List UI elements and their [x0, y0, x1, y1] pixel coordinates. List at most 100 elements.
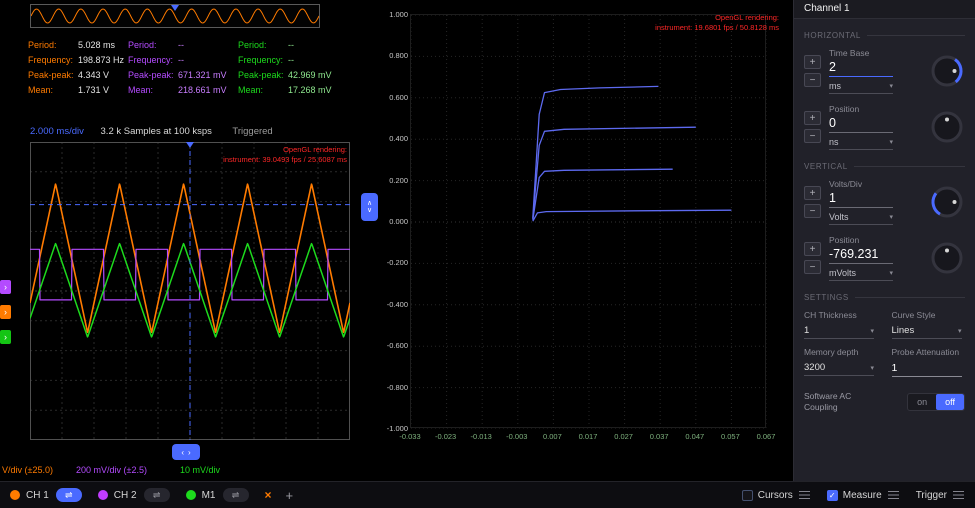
- horizontal-pan-handle[interactable]: ‹ ›: [172, 444, 200, 460]
- v-position-value[interactable]: -769.231: [829, 247, 893, 264]
- measurement-value: 17.268 mV: [288, 85, 332, 95]
- chevron-down-icon: ∨: [367, 207, 372, 214]
- chevron-down-icon: ▾: [870, 364, 874, 372]
- trigger-position-marker[interactable]: [171, 5, 179, 11]
- measure-checkbox[interactable]: ✓: [827, 490, 838, 501]
- xy-plot[interactable]: [410, 14, 766, 428]
- timebase-readout: 2.000 ms/div: [30, 126, 84, 137]
- measurement-row: Period: --: [238, 40, 354, 50]
- h-position-unit-select[interactable]: ns ▾: [829, 137, 893, 150]
- measurement-row: Mean: 1.731 V: [28, 85, 126, 95]
- ac-coupling-on-option[interactable]: on: [908, 394, 936, 410]
- v-position-unit-value: mVolts: [829, 268, 856, 278]
- h-position-knob[interactable]: [929, 109, 965, 145]
- cursors-menu-icon[interactable]: [799, 490, 811, 501]
- ac-coupling-toggle: on off: [907, 393, 965, 411]
- cursors-checkbox[interactable]: [742, 490, 753, 501]
- voltsdiv-value[interactable]: 1: [829, 191, 893, 208]
- chevron-right-icon: ›: [4, 332, 7, 342]
- voltsdiv-knob[interactable]: [929, 184, 965, 220]
- measurement-row: Peak-peak: 4.343 V: [28, 70, 126, 80]
- section-settings: SETTINGS: [804, 293, 965, 302]
- probe-attenuation-input[interactable]: 1: [892, 362, 962, 377]
- trigger-menu-icon[interactable]: [953, 490, 965, 501]
- trigger-label[interactable]: Trigger: [916, 490, 947, 501]
- measurement-label: Period:: [28, 40, 78, 50]
- curve-style-select[interactable]: Lines ▾: [892, 325, 962, 339]
- ch2-level-marker[interactable]: ›: [0, 280, 11, 294]
- xy-curves: [411, 15, 767, 429]
- ch1-color-dot: [10, 490, 20, 500]
- measurement-label: Frequency:: [238, 55, 288, 65]
- voltsdiv-increment-button[interactable]: +: [804, 186, 821, 200]
- cursors-label[interactable]: Cursors: [758, 490, 793, 501]
- ac-coupling-off-option[interactable]: off: [936, 394, 964, 410]
- chevron-down-icon: ▾: [889, 269, 893, 277]
- acquisition-preview[interactable]: [30, 4, 320, 28]
- chevron-right-icon: ›: [188, 448, 191, 457]
- xy-view: OpenGL rendering: instrument: 19.6801 fp…: [382, 0, 782, 478]
- measurement-row: Period: 5.028 ms: [28, 40, 126, 50]
- h-position-increment-button[interactable]: +: [804, 111, 821, 125]
- ch1-level-marker[interactable]: ›: [0, 305, 11, 319]
- h-position-value[interactable]: 0: [829, 116, 893, 133]
- v-position-unit-select[interactable]: mVolts ▾: [829, 268, 893, 281]
- measurement-label: Period:: [128, 40, 178, 50]
- samples-readout: 3.2 k Samples at 100 ksps: [101, 126, 212, 137]
- add-channel-button[interactable]: +: [286, 488, 294, 503]
- chevron-down-icon: ▾: [870, 327, 874, 335]
- xy-y-tick-label: -0.600: [382, 341, 408, 350]
- math-measurements: Period: -- Frequency: -- Peak-peak: 42.9…: [238, 40, 354, 100]
- timebase-knob[interactable]: [929, 53, 965, 89]
- memory-depth-select[interactable]: 3200 ▾: [804, 362, 874, 376]
- timebase-value[interactable]: 2: [829, 60, 893, 77]
- remove-channel-button[interactable]: ×: [265, 488, 272, 502]
- ch2-tab[interactable]: CH 2: [114, 490, 137, 501]
- ac-coupling-row: Software AC Coupling on off: [804, 391, 965, 414]
- ch-thickness-select[interactable]: 1 ▾: [804, 325, 874, 339]
- h-position-decrement-button[interactable]: −: [804, 129, 821, 143]
- ch-thickness-value: 1: [804, 325, 809, 336]
- timebase-increment-button[interactable]: +: [804, 55, 821, 69]
- timebase-unit-select[interactable]: ms ▾: [829, 81, 893, 94]
- v-position-label: Position: [829, 235, 893, 245]
- math-level-marker[interactable]: ›: [0, 330, 11, 344]
- chevron-down-icon: ▾: [889, 213, 893, 221]
- voltsdiv-label: Volts/Div: [829, 179, 893, 189]
- ch2-settings-button[interactable]: ⇌: [144, 488, 170, 502]
- v-position-knob[interactable]: [929, 240, 965, 276]
- timebase-decrement-button[interactable]: −: [804, 73, 821, 87]
- trigger-position-marker[interactable]: [186, 142, 194, 148]
- scope-plot[interactable]: OpenGL rendering: instrument: 39.0493 fp…: [30, 142, 350, 440]
- voltsdiv-unit-value: Volts: [829, 212, 849, 222]
- ch1-measurements: Period: 5.028 ms Frequency: 198.873 Hz P…: [28, 40, 126, 100]
- measurement-value: --: [178, 55, 184, 65]
- memory-depth-field: Memory depth 3200 ▾: [804, 347, 878, 377]
- xy-y-tick-label: 0.200: [382, 176, 408, 185]
- v-position-decrement-button[interactable]: −: [804, 260, 821, 274]
- ch-thickness-label: CH Thickness: [804, 310, 878, 320]
- vertical-pan-handle[interactable]: ∧ ∨: [361, 193, 378, 221]
- measure-menu-icon[interactable]: [888, 490, 900, 501]
- measure-label[interactable]: Measure: [843, 490, 882, 501]
- memory-depth-label: Memory depth: [804, 347, 878, 357]
- settings-row: CH Thickness 1 ▾ Curve Style Lines ▾: [804, 310, 965, 339]
- xy-x-tick-label: -0.023: [430, 432, 462, 441]
- m1-settings-button[interactable]: ⇌: [223, 488, 249, 502]
- voltsdiv-decrement-button[interactable]: −: [804, 204, 821, 218]
- voltsdiv-unit-select[interactable]: Volts ▾: [829, 212, 893, 225]
- ch1-settings-button[interactable]: ⇌: [56, 488, 82, 502]
- ch1-tab[interactable]: CH 1: [26, 490, 49, 501]
- channel-settings-panel: Channel 1 HORIZONTAL + − Time Base 2 ms …: [793, 0, 975, 481]
- measurement-row: Mean: 218.661 mV: [128, 85, 238, 95]
- measurement-value: --: [178, 40, 184, 50]
- m1-tab[interactable]: M1: [202, 490, 216, 501]
- probe-attenuation-field: Probe Attenuation 1: [892, 347, 966, 377]
- ch2-vdiv-label: 200 mV/div (±2.5): [76, 465, 147, 475]
- measurement-label: Period:: [238, 40, 288, 50]
- bottom-bar: CH 1 ⇌ CH 2 ⇌ M1 ⇌ × + Cursors ✓ Measure…: [0, 481, 975, 508]
- m1-color-dot: [186, 490, 196, 500]
- v-position-increment-button[interactable]: +: [804, 242, 821, 256]
- v-position-control: + − Position -769.231 mVolts ▾: [804, 235, 965, 281]
- voltsdiv-control: + − Volts/Div 1 Volts ▾: [804, 179, 965, 225]
